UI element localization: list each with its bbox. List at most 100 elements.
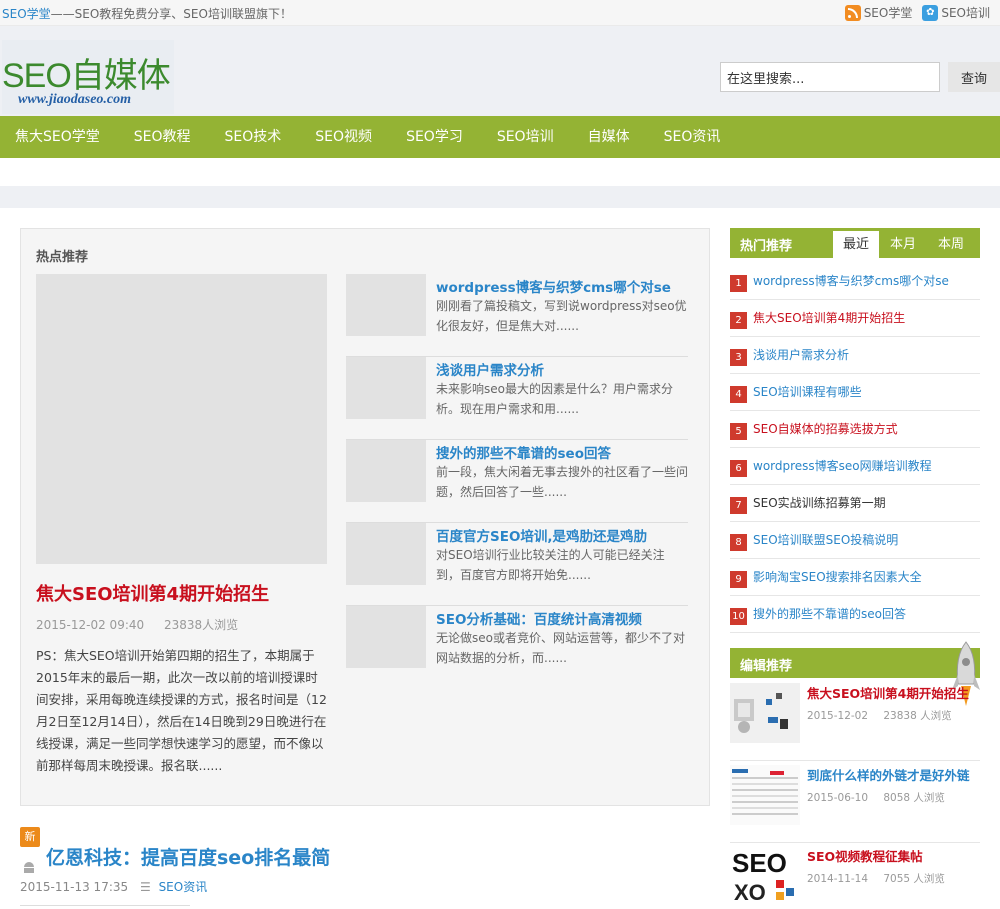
article-date: 2015-11-13 17:35 <box>20 880 129 894</box>
list-item: 浅谈用户需求分析 未来影响seo最大的因素是什么？用户需求分析。现在用户需求和用… <box>346 357 688 440</box>
list-item: wordpress博客与织梦cms哪个对se 刚刚看了篇投稿文，写到说wordp… <box>346 274 688 357</box>
editor-item: 焦大SEO培训第4期开始招生 2015-12-02 23838 人浏览 <box>730 683 980 761</box>
weibo-icon: ✿ <box>922 4 939 21</box>
rank-number: 10 <box>730 608 747 625</box>
list-item: 搜外的那些不靠谱的seo回答 前一段，焦大闲着无事去搜外的社区看了一些问题，然后… <box>346 440 688 523</box>
list-item-desc: 刚刚看了篇投稿文，写到说wordpress对seo优化很友好，但是焦大对....… <box>436 299 687 333</box>
editor-item-meta: 2014-11-14 7055 人浏览 <box>807 871 957 886</box>
tab-week[interactable]: 本周 <box>927 231 975 258</box>
rss-icon <box>844 4 861 21</box>
divider-band <box>0 186 1000 208</box>
editor-item-date: 2014-11-14 <box>807 873 869 885</box>
hot-list: wordpress博客与织梦cms哪个对se 刚刚看了篇投稿文，写到说wordp… <box>346 274 688 689</box>
article-title[interactable]: 亿恩科技：提高百度seo排名最简 <box>46 843 330 870</box>
article-category-link[interactable]: SEO资讯 <box>159 880 208 894</box>
category-list-icon: ☰ <box>139 880 151 894</box>
ranking-item: 6 wordpress博客seo网赚培训教程 <box>730 448 980 485</box>
rank-title[interactable]: SEO培训课程有哪些 <box>753 383 862 400</box>
featured-image[interactable] <box>36 274 327 564</box>
ranking-item: 5 SEO自媒体的招募选拔方式 <box>730 411 980 448</box>
svg-text:XO: XO <box>734 880 766 905</box>
rank-title[interactable]: wordpress博客seo网赚培训教程 <box>753 457 932 474</box>
list-item-title[interactable]: wordpress博客与织梦cms哪个对se <box>436 276 671 296</box>
ranking-item: 8 SEO培训联盟SEO投稿说明 <box>730 522 980 559</box>
rank-title[interactable]: 浅谈用户需求分析 <box>753 346 849 363</box>
rank-number: 1 <box>730 275 747 292</box>
rank-number: 9 <box>730 571 747 588</box>
nav-item-home[interactable]: 焦大SEO学堂 <box>0 116 115 158</box>
editor-item-title[interactable]: 到底什么样的外链才是好外链 <box>807 765 970 784</box>
editor-item-date: 2015-12-02 <box>807 710 869 722</box>
rank-title[interactable]: SEO培训联盟SEO投稿说明 <box>753 531 898 548</box>
rank-title[interactable]: 搜外的那些不靠谱的seo回答 <box>753 605 906 622</box>
editor-item-meta: 2015-06-10 8058 人浏览 <box>807 790 957 805</box>
ranking-item: 4 SEO培训课程有哪些 <box>730 374 980 411</box>
list-item-title[interactable]: 百度官方SEO培训,是鸡肋还是鸡肋 <box>436 525 647 545</box>
rank-title[interactable]: SEO实战训练招募第一期 <box>753 494 886 511</box>
ranking-item: 3 浅谈用户需求分析 <box>730 337 980 374</box>
editor-item-date: 2015-06-10 <box>807 792 869 804</box>
featured-views: 23838人浏览 <box>163 618 239 632</box>
ranking-item: 2 焦大SEO培训第4期开始招生 <box>730 300 980 337</box>
list-item-title[interactable]: 搜外的那些不靠谱的seo回答 <box>436 442 611 462</box>
editor-item-meta: 2015-12-02 23838 人浏览 <box>807 708 964 723</box>
nav-item-seo-tutorial[interactable]: SEO教程 <box>119 116 206 158</box>
list-item-title[interactable]: 浅谈用户需求分析 <box>436 359 544 379</box>
list-item-desc: 对SEO培训行业比较关注的人可能已经关注到，百度官方即将开始免...... <box>436 548 665 582</box>
rank-title[interactable]: 焦大SEO培训第4期开始招生 <box>753 309 905 326</box>
rank-title[interactable]: SEO自媒体的招募选拔方式 <box>753 420 898 437</box>
editor-item: 到底什么样的外链才是好外链 2015-06-10 8058 人浏览 <box>730 765 980 843</box>
nav-item-seo-learning[interactable]: SEO学习 <box>391 116 478 158</box>
hot-panel-title: 热点推荐 <box>36 250 89 265</box>
list-item-thumbnail[interactable] <box>346 357 426 419</box>
article-divider <box>20 905 190 909</box>
logo-url: www.jiaodaseo.com <box>18 92 132 107</box>
rss-link[interactable]: SEO学堂 <box>844 4 912 21</box>
editor-recommend-title: 编辑推荐 <box>740 659 793 674</box>
editor-item-title[interactable]: SEO视频教程征集帖 <box>807 846 923 865</box>
list-item: SEO分析基础：百度统计高清视频 无论做seo或者竞价、网站运营等，都少不了对网… <box>346 606 688 689</box>
rank-title[interactable]: wordpress博客与织梦cms哪个对se <box>753 272 949 289</box>
editor-item-image[interactable]: SEO XO <box>730 846 800 906</box>
editor-item-image[interactable] <box>730 683 800 743</box>
search-input[interactable] <box>720 62 940 92</box>
rank-number: 4 <box>730 386 747 403</box>
list-item-title[interactable]: SEO分析基础：百度统计高清视频 <box>436 608 642 628</box>
top-bar-links: SEO学堂 ✿ SEO培训 <box>844 4 990 21</box>
weibo-link[interactable]: ✿ SEO培训 <box>922 4 990 21</box>
list-item-thumbnail[interactable] <box>346 523 426 585</box>
list-item-thumbnail[interactable] <box>346 606 426 668</box>
editor-item-views: 8058 人浏览 <box>883 792 945 804</box>
top-bar-tagline: SEO学堂——SEO教程免费分享、SEO培训联盟旗下！ <box>2 5 292 22</box>
ranking-item: 10 搜外的那些不靠谱的seo回答 <box>730 596 980 633</box>
ranking-list: 1 wordpress博客与织梦cms哪个对se 2 焦大SEO培训第4期开始招生 … <box>730 263 980 633</box>
editor-item-title[interactable]: 焦大SEO培训第4期开始招生 <box>807 683 969 702</box>
nav-item-seo-training[interactable]: SEO培训 <box>482 116 569 158</box>
top-brand-link[interactable]: SEO学堂 <box>2 7 51 21</box>
nav-item-self-media[interactable]: 自媒体 <box>573 116 645 158</box>
nav-item-seo-video[interactable]: SEO视频 <box>300 116 387 158</box>
android-icon <box>22 861 36 873</box>
rank-number: 8 <box>730 534 747 551</box>
tab-recent[interactable]: 最近 <box>833 231 879 258</box>
search-button[interactable]: 查询 <box>948 62 1000 92</box>
rank-title[interactable]: 影响淘宝SEO搜索排名因素大全 <box>753 568 922 585</box>
featured-date: 2015-12-02 09:40 <box>36 618 145 632</box>
list-item-thumbnail[interactable] <box>346 440 426 502</box>
article-meta: 2015-11-13 17:35 ☰ SEO资讯 <box>20 878 207 895</box>
tab-month[interactable]: 本月 <box>879 231 927 258</box>
rank-number: 6 <box>730 460 747 477</box>
site-logo[interactable]: SEO自媒体 www.jiaodaseo.com <box>2 40 174 114</box>
editor-recommend-header: 编辑推荐 <box>730 648 980 678</box>
editor-item-image[interactable] <box>730 765 800 825</box>
rank-number: 7 <box>730 497 747 514</box>
weibo-label: SEO培训 <box>941 6 990 20</box>
featured-title[interactable]: 焦大SEO培训第4期开始招生 <box>36 580 269 606</box>
nav-item-seo-tech[interactable]: SEO技术 <box>210 116 297 158</box>
nav-item-seo-news[interactable]: SEO资讯 <box>649 116 736 158</box>
list-item-thumbnail[interactable] <box>346 274 426 336</box>
ranking-item: 1 wordpress博客与织梦cms哪个对se <box>730 263 980 300</box>
rank-number: 3 <box>730 349 747 366</box>
list-item: 百度官方SEO培训,是鸡肋还是鸡肋 对SEO培训行业比较关注的人可能已经关注到，… <box>346 523 688 606</box>
list-item-desc: 无论做seo或者竞价、网站运营等，都少不了对网站数据的分析，而...... <box>436 631 685 665</box>
